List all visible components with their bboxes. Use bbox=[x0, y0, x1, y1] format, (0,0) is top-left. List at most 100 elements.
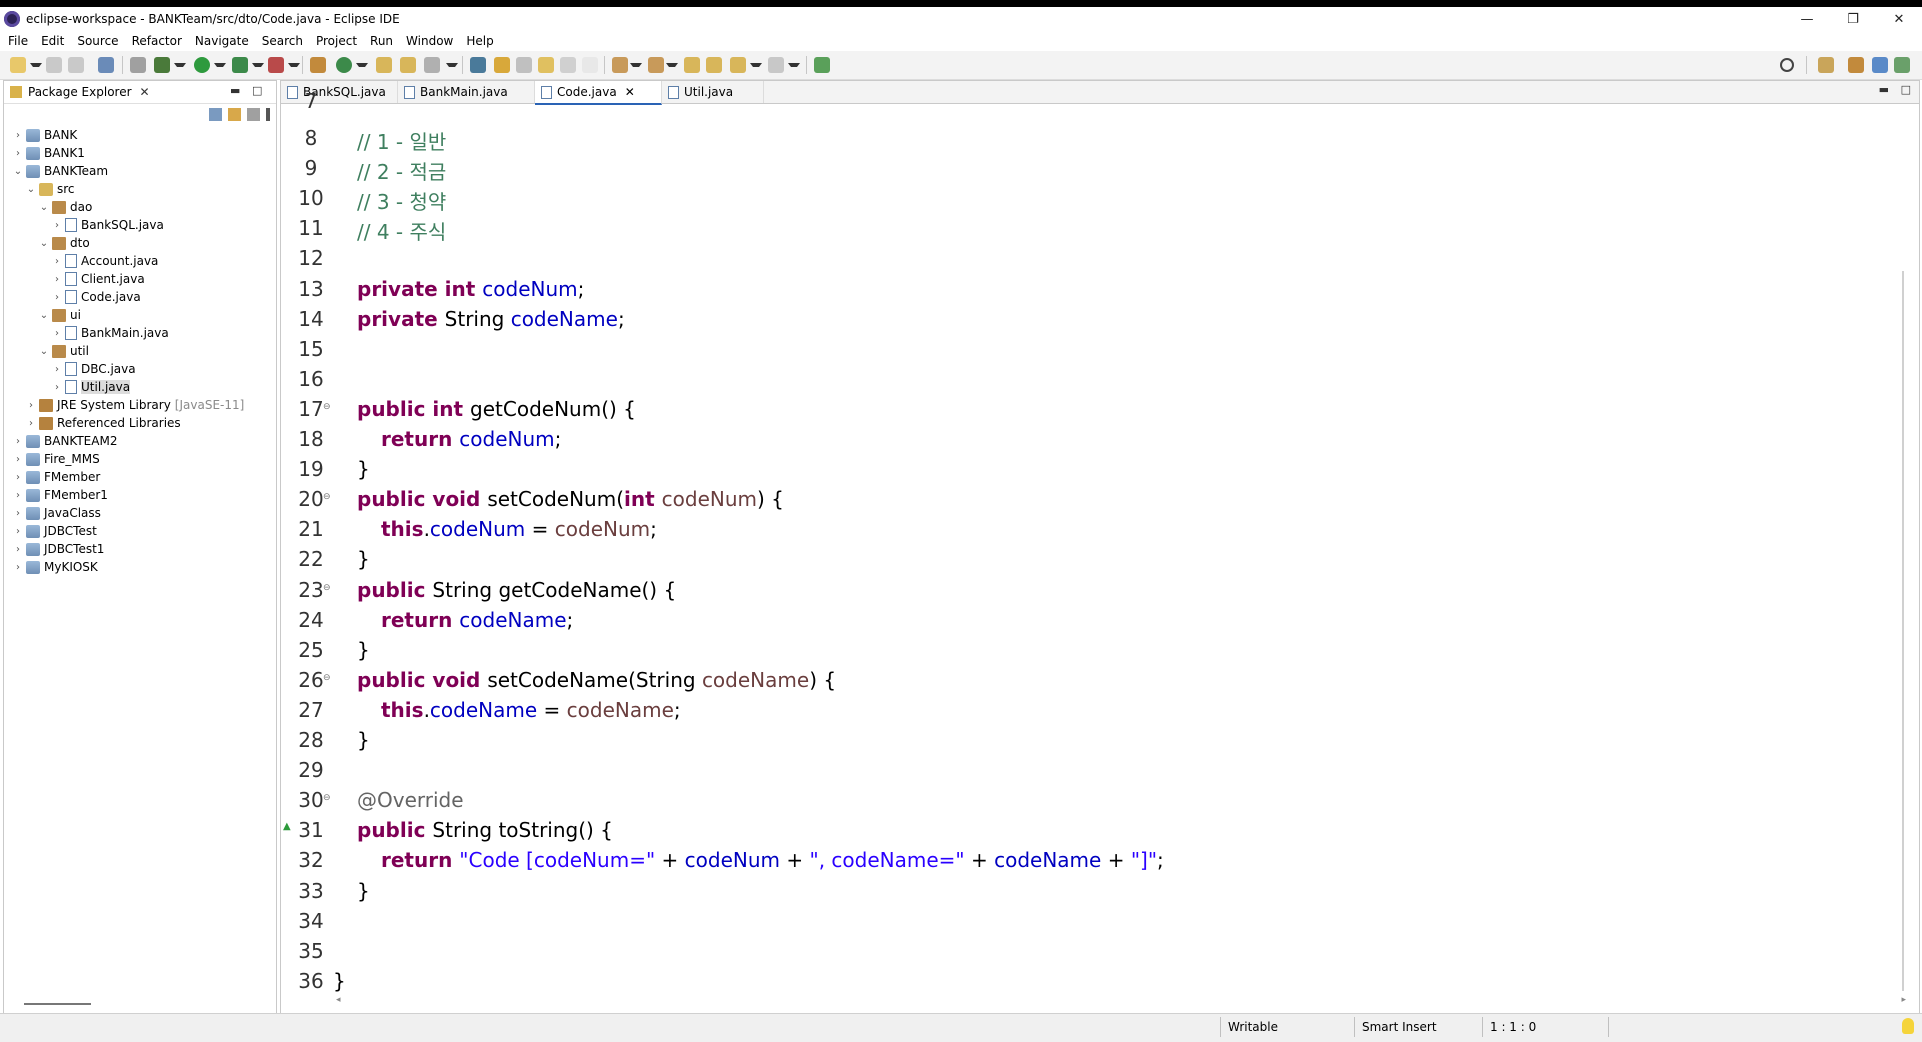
prev-annotation-dropdown-icon[interactable] bbox=[666, 63, 678, 71]
forward-edit-icon[interactable] bbox=[706, 57, 722, 73]
block-selection-icon[interactable] bbox=[516, 57, 532, 73]
open-perspective-icon[interactable] bbox=[1818, 57, 1834, 73]
new-package-icon[interactable] bbox=[310, 57, 326, 73]
menu-window[interactable]: Window bbox=[406, 34, 453, 48]
close-view-icon[interactable]: ✕ bbox=[140, 85, 150, 99]
chevron-right-icon[interactable]: › bbox=[51, 274, 63, 285]
debug-dropdown-icon[interactable] bbox=[174, 63, 186, 71]
tab-bankmain[interactable]: BankMain.java bbox=[398, 81, 535, 103]
maximize-button[interactable]: ❐ bbox=[1830, 7, 1876, 31]
tree-item[interactable]: › BankMain.java bbox=[51, 324, 169, 342]
tip-lightbulb-icon[interactable] bbox=[1902, 1018, 1914, 1034]
java-perspective-icon[interactable] bbox=[1872, 57, 1888, 73]
tab-util[interactable]: Util.java bbox=[662, 81, 764, 103]
tree-item[interactable]: ⌄ util bbox=[38, 342, 89, 360]
tree-item[interactable]: › BankSQL.java bbox=[51, 216, 164, 234]
chevron-right-icon[interactable]: › bbox=[12, 562, 24, 573]
minimize-button[interactable]: — bbox=[1784, 7, 1830, 31]
chevron-down-icon[interactable]: ⌄ bbox=[38, 202, 50, 213]
menu-file[interactable]: File bbox=[8, 34, 28, 48]
tree-item[interactable]: › BANK bbox=[12, 126, 77, 144]
maximize-editor-icon[interactable]: □ bbox=[1901, 83, 1911, 96]
chevron-right-icon[interactable]: › bbox=[12, 508, 24, 519]
external-tools-dropdown-icon[interactable] bbox=[288, 63, 300, 71]
chevron-right-icon[interactable]: › bbox=[51, 382, 63, 393]
open-type-icon[interactable] bbox=[376, 57, 392, 73]
code-editor[interactable]: 7 8 // 1 - 일반 9 // 2 - 적금 10 // 3 - 청약 11 // 4 -… bbox=[281, 89, 1881, 993]
minimize-editor-icon[interactable]: ▬ bbox=[1879, 83, 1889, 96]
tree-item[interactable]: › JDBCTest1 bbox=[12, 540, 104, 558]
menu-source[interactable]: Source bbox=[77, 34, 118, 48]
chevron-down-icon[interactable]: ⌄ bbox=[25, 184, 37, 195]
override-marker-icon[interactable]: ▲ bbox=[283, 821, 291, 832]
tree-item[interactable]: › JDBCTest bbox=[12, 522, 97, 540]
tree-item[interactable]: › FMember1 bbox=[12, 486, 108, 504]
chevron-right-icon[interactable]: › bbox=[12, 526, 24, 537]
vertical-scrollbar[interactable] bbox=[1902, 271, 1904, 991]
tab-code[interactable]: Code.java ✕ bbox=[535, 81, 662, 105]
fold-collapse-icon[interactable]: ⊖ bbox=[323, 793, 331, 803]
run-icon[interactable] bbox=[194, 57, 210, 73]
tree-item[interactable]: ⌄ src bbox=[25, 180, 75, 198]
tree-item[interactable]: › DBC.java bbox=[51, 360, 136, 378]
chevron-right-icon[interactable]: › bbox=[12, 544, 24, 555]
chevron-right-icon[interactable]: › bbox=[51, 364, 63, 375]
tree-item[interactable]: ⌄ ui bbox=[38, 306, 81, 324]
last-edit-icon[interactable] bbox=[684, 57, 700, 73]
chevron-down-icon[interactable]: ⌄ bbox=[38, 310, 50, 321]
chevron-down-icon[interactable]: ⌄ bbox=[38, 346, 50, 357]
chevron-down-icon[interactable]: ⌄ bbox=[38, 238, 50, 249]
menu-refactor[interactable]: Refactor bbox=[132, 34, 182, 48]
chevron-right-icon[interactable]: › bbox=[12, 472, 24, 483]
chevron-right-icon[interactable]: › bbox=[51, 256, 63, 267]
search-icon[interactable] bbox=[1780, 58, 1794, 72]
chevron-right-icon[interactable]: › bbox=[12, 490, 24, 501]
skip-breakpoints-icon[interactable] bbox=[130, 57, 146, 73]
forward-dropdown-icon[interactable] bbox=[788, 63, 800, 71]
chevron-right-icon[interactable]: › bbox=[51, 220, 63, 231]
prev-annotation-icon[interactable] bbox=[648, 57, 664, 73]
minimize-view-icon[interactable]: ▬ bbox=[230, 84, 240, 97]
tree-item[interactable]: › FMember bbox=[12, 468, 100, 486]
back-dropdown-icon[interactable] bbox=[750, 63, 762, 71]
menu-help[interactable]: Help bbox=[466, 34, 493, 48]
horizontal-scrollbar[interactable] bbox=[24, 1003, 91, 1005]
save-all-icon[interactable] bbox=[68, 57, 84, 73]
tree-item[interactable]: › BANK1 bbox=[12, 144, 85, 162]
menu-navigate[interactable]: Navigate bbox=[195, 34, 249, 48]
menu-project[interactable]: Project bbox=[316, 34, 357, 48]
tree-item[interactable]: › Client.java bbox=[51, 270, 145, 288]
terminal-icon[interactable] bbox=[98, 57, 114, 73]
coverage-dropdown-icon[interactable] bbox=[252, 63, 264, 71]
new-icon[interactable] bbox=[10, 57, 26, 73]
pin-editor-icon[interactable] bbox=[814, 57, 830, 73]
close-button[interactable]: ✕ bbox=[1876, 7, 1922, 31]
tree-item[interactable]: › Code.java bbox=[51, 288, 141, 306]
new-dropdown-icon[interactable] bbox=[30, 63, 42, 71]
next-annotation-dropdown-icon[interactable] bbox=[630, 63, 642, 71]
external-tools-icon[interactable] bbox=[268, 57, 284, 73]
tree-item[interactable]: › Account.java bbox=[51, 252, 158, 270]
fold-collapse-icon[interactable]: ⊖ bbox=[323, 402, 331, 412]
menu-search[interactable]: Search bbox=[262, 34, 303, 48]
tree-item[interactable]: › MyKIOSK bbox=[12, 558, 98, 576]
tree-item[interactable]: › Fire_MMS bbox=[12, 450, 100, 468]
chevron-right-icon[interactable]: › bbox=[51, 328, 63, 339]
fold-collapse-icon[interactable]: ⊖ bbox=[323, 492, 331, 502]
chevron-right-icon[interactable]: › bbox=[25, 400, 37, 411]
menu-edit[interactable]: Edit bbox=[41, 34, 64, 48]
collapse-all-icon[interactable] bbox=[209, 108, 222, 121]
new-class-icon[interactable] bbox=[336, 57, 352, 73]
next-annotation-icon[interactable] bbox=[612, 57, 628, 73]
chevron-right-icon[interactable]: › bbox=[51, 292, 63, 303]
tree-item[interactable]: › JavaClass bbox=[12, 504, 101, 522]
toggle-breadcrumb-icon[interactable] bbox=[470, 57, 486, 73]
new-class-dropdown-icon[interactable] bbox=[356, 63, 368, 71]
scroll-left-icon[interactable]: ◂ bbox=[336, 995, 341, 1005]
editor-horizontal-scrollbar[interactable]: ◂ ▸ bbox=[336, 995, 1906, 1007]
pilcrow-icon[interactable] bbox=[582, 57, 598, 73]
mark-occurrences-icon[interactable] bbox=[494, 57, 510, 73]
tree-item[interactable]: › Referenced Libraries bbox=[25, 414, 181, 432]
link-with-editor-icon[interactable] bbox=[228, 108, 241, 121]
search-tool-icon[interactable] bbox=[424, 57, 440, 73]
